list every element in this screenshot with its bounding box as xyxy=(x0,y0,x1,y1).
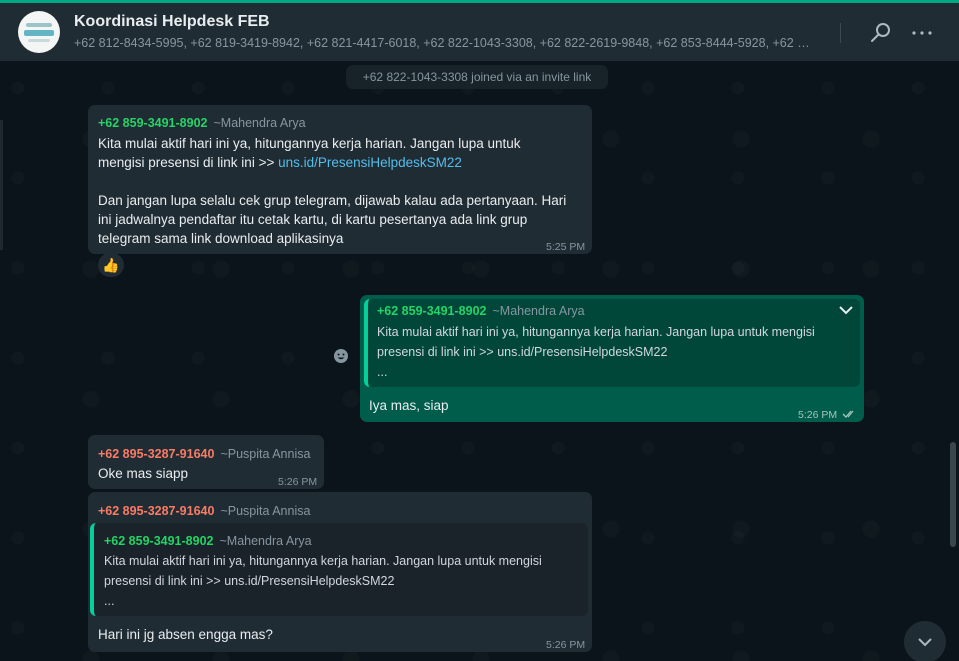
message-text: Iya mas, siap xyxy=(369,398,449,413)
message-sender[interactable]: +62 895-3287-91640 ~Puspita Annisa xyxy=(98,445,310,464)
quoted-sender: +62 859-3491-8902 ~Mahendra Arya xyxy=(104,534,312,548)
header-divider xyxy=(840,23,841,43)
emoji-react-icon[interactable] xyxy=(331,346,351,366)
more-options-icon[interactable] xyxy=(910,21,934,45)
message-bubble-incoming[interactable]: +62 895-3287-91640 ~Puspita Annisa +62 85… xyxy=(88,492,592,652)
search-icon[interactable] xyxy=(869,21,893,45)
message-time: 5:25 PM xyxy=(546,241,586,253)
quoted-text: Kita mulai aktif hari ini ya, hitunganny… xyxy=(377,325,815,379)
chat-scrollbar[interactable] xyxy=(950,442,956,547)
quoted-text: Kita mulai aktif hari ini ya, hitunganny… xyxy=(104,554,542,608)
message-sender[interactable]: +62 895-3287-91640 ~Puspita Annisa xyxy=(98,502,310,521)
quoted-message[interactable]: +62 859-3491-8902 ~Mahendra Arya Kita mul… xyxy=(364,299,860,387)
scroll-to-bottom-button[interactable] xyxy=(904,621,946,661)
presensi-link[interactable]: uns.id/PresensiHelpdeskSM22 xyxy=(278,155,462,170)
message-sender[interactable]: +62 859-3491-8902 ~Mahendra Arya xyxy=(98,114,306,133)
chat-title[interactable]: Koordinasi Helpdesk FEB xyxy=(74,13,270,31)
double-check-icon xyxy=(842,405,856,424)
message-bubble-incoming[interactable]: +62 895-3287-91640 ~Puspita Annisa Oke ma… xyxy=(88,435,324,489)
chevron-down-icon xyxy=(918,638,932,647)
message-time: 5:26 PM xyxy=(546,639,586,651)
member-list[interactable]: +62 812-8434-5995, +62 819-3419-8942, +6… xyxy=(74,36,814,50)
message-bubble-incoming[interactable]: +62 859-3491-8902 ~Mahendra Arya Kita mul… xyxy=(88,105,592,254)
group-avatar[interactable] xyxy=(18,11,60,53)
message-time: 5:26 PM xyxy=(798,409,838,421)
message-text: Oke mas siapp xyxy=(98,466,189,481)
system-message: +62 822-1043-3308 joined via an invite l… xyxy=(346,65,608,89)
message-text: Kita mulai aktif hari ini ya, hitunganny… xyxy=(98,136,567,246)
quoted-sender: +62 859-3491-8902 ~Mahendra Arya xyxy=(377,304,585,318)
message-time: 5:26 PM xyxy=(278,476,318,488)
panel-edge xyxy=(0,120,3,250)
message-bubble-outgoing[interactable]: +62 859-3491-8902 ~Mahendra Arya Kita mul… xyxy=(360,295,864,422)
message-text: Hari ini jg absen engga mas? xyxy=(98,627,273,642)
quoted-message[interactable]: +62 859-3491-8902 ~Mahendra Arya Kita mul… xyxy=(90,523,588,616)
chat-header[interactable]: Koordinasi Helpdesk FEB +62 812-8434-599… xyxy=(0,3,959,61)
chevron-down-icon[interactable] xyxy=(837,301,855,324)
reaction-badge[interactable]: 👍 xyxy=(98,253,124,277)
